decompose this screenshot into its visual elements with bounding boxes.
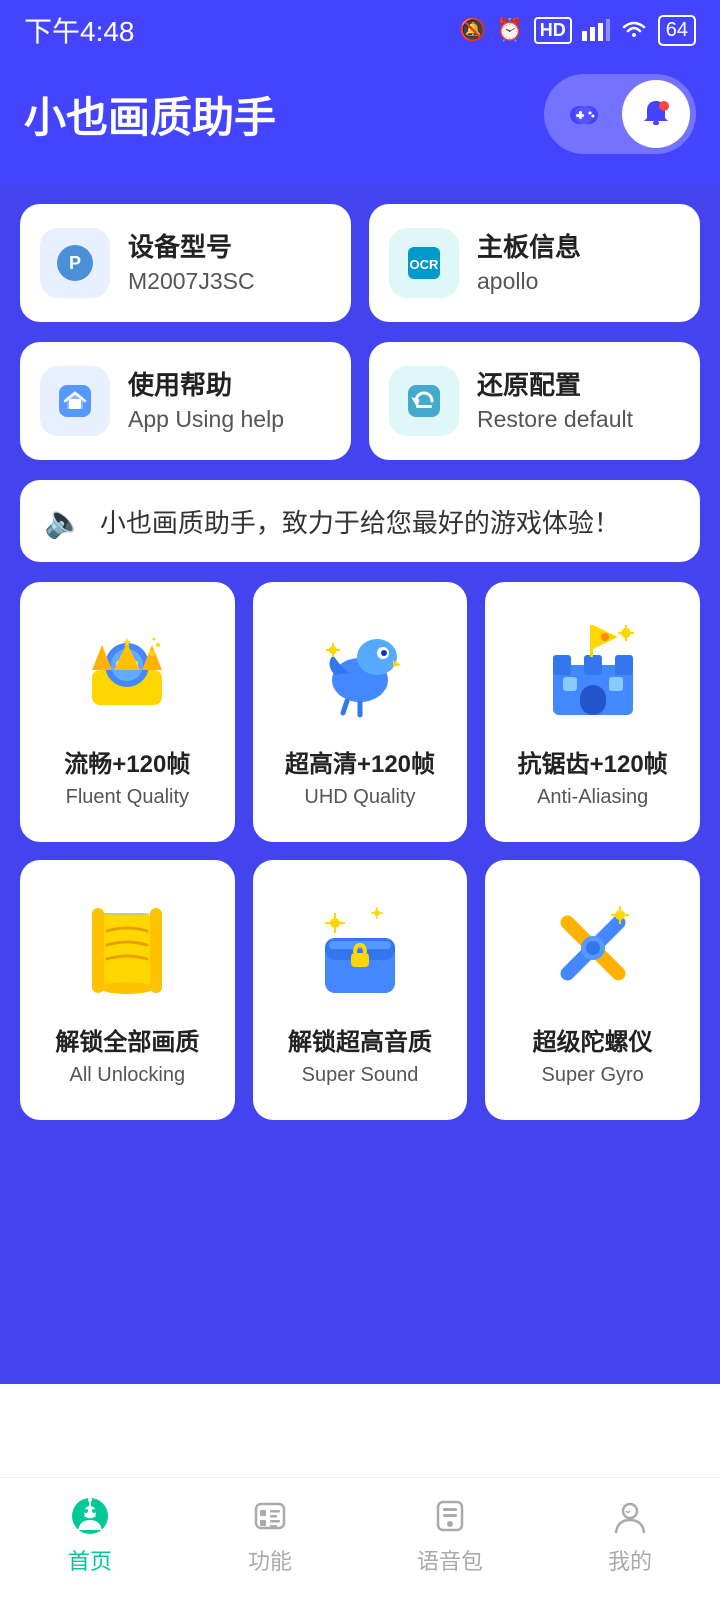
help-label: 使用帮助 [128,369,284,403]
feature-uhd[interactable]: 超高清+120帧 UHD Quality [253,582,468,842]
wifi-icon [620,19,648,41]
mute-icon: 🔕 [459,17,486,43]
super-sound-label-en: Super Sound [302,1064,419,1087]
nav-voice-pack[interactable]: 语音包 [390,1496,510,1576]
fluent-label-en: Fluent Quality [66,786,189,809]
feature-super-gyro[interactable]: 超级陀螺仪 Super Gyro [485,860,700,1120]
restore-card[interactable]: 还原配置 Restore default [369,342,700,460]
nav-profile-label: 我的 [608,1544,652,1576]
uhd-label-en: UHD Quality [304,786,415,809]
status-time: 下午4:48 [24,10,135,50]
device-model-card[interactable]: P 设备型号 M2007J3SC [20,204,351,322]
unlock-all-icon [67,888,187,1008]
motherboard-label: 主板信息 [477,231,581,265]
nav-features[interactable]: 功能 [210,1496,330,1576]
unlock-all-label-en: All Unlocking [70,1064,186,1087]
unlock-all-label-cn: 解锁全部画质 [55,1026,199,1060]
motherboard-value: apollo [477,268,581,295]
restore-icon [389,366,459,436]
svg-text:P: P [69,253,81,273]
restore-label: 还原配置 [477,369,633,403]
header-action-buttons [544,74,696,154]
nav-profile[interactable]: 我的 [570,1496,690,1576]
feature-anti-aliasing[interactable]: 抗锯齿+120帧 Anti-Aliasing [485,582,700,842]
super-gyro-icon [533,888,653,1008]
device-info-row: P 设备型号 M2007J3SC OCR 主板信息 apollo [20,204,700,322]
nav-features-label: 功能 [248,1544,292,1576]
restore-value: Restore default [477,406,633,433]
motherboard-icon: OCR [389,228,459,298]
super-sound-label-cn: 解锁超高音质 [288,1026,432,1060]
main-content: P 设备型号 M2007J3SC OCR 主板信息 apollo [0,184,720,1384]
fluent-icon [67,610,187,730]
banner: 🔈 小也画质助手，致力于给您最好的游戏体验！ [20,480,700,562]
status-bar: 下午4:48 🔕 ⏰ HD 64 [0,0,720,56]
speaker-icon: 🔈 [44,502,84,540]
nav-voice-pack-label: 语音包 [417,1544,483,1576]
anti-aliasing-label-cn: 抗锯齿+120帧 [518,748,668,782]
feature-super-sound[interactable]: 解锁超高音质 Super Sound [253,860,468,1120]
super-gyro-label-cn: 超级陀螺仪 [533,1026,653,1060]
app-title: 小也画质助手 [24,84,276,145]
voice-pack-icon [430,1496,470,1536]
feature-unlock-all[interactable]: 解锁全部画质 All Unlocking [20,860,235,1120]
device-icon: P [40,228,110,298]
features-icon [250,1496,290,1536]
motherboard-card[interactable]: OCR 主板信息 apollo [369,204,700,322]
svg-text:OCR: OCR [410,257,440,272]
home-icon [70,1496,110,1536]
nav-home-label: 首页 [68,1544,112,1576]
fluent-label-cn: 流畅+120帧 [64,748,190,782]
battery-icon: 64 [658,15,696,46]
profile-icon [610,1496,650,1536]
alarm-icon: ⏰ [496,17,523,43]
uhd-label-cn: 超高清+120帧 [285,748,435,782]
uhd-icon [300,610,420,730]
feature-fluent[interactable]: 流畅+120帧 Fluent Quality [20,582,235,842]
help-restore-row: 使用帮助 App Using help 还原配置 Restore default [20,342,700,460]
device-value: M2007J3SC [128,268,255,295]
banner-text: 小也画质助手，致力于给您最好的游戏体验！ [100,503,620,540]
anti-aliasing-label-en: Anti-Aliasing [537,786,648,809]
header: 小也画质助手 [0,56,720,184]
status-icons: 🔕 ⏰ HD 64 [459,15,696,46]
nav-home[interactable]: 首页 [30,1496,150,1576]
notification-button[interactable] [622,80,690,148]
bottom-nav: 首页 功能 语音包 [0,1477,720,1600]
help-value: App Using help [128,406,284,433]
super-sound-icon [300,888,420,1008]
feature-grid: 流畅+120帧 Fluent Quality [20,582,700,1120]
help-icon [40,366,110,436]
help-card[interactable]: 使用帮助 App Using help [20,342,351,460]
signal-icon [582,19,610,41]
device-label: 设备型号 [128,231,255,265]
anti-aliasing-icon [533,610,653,730]
hd-icon: HD [534,17,572,44]
super-gyro-label-en: Super Gyro [542,1064,644,1087]
game-button[interactable] [550,80,618,148]
